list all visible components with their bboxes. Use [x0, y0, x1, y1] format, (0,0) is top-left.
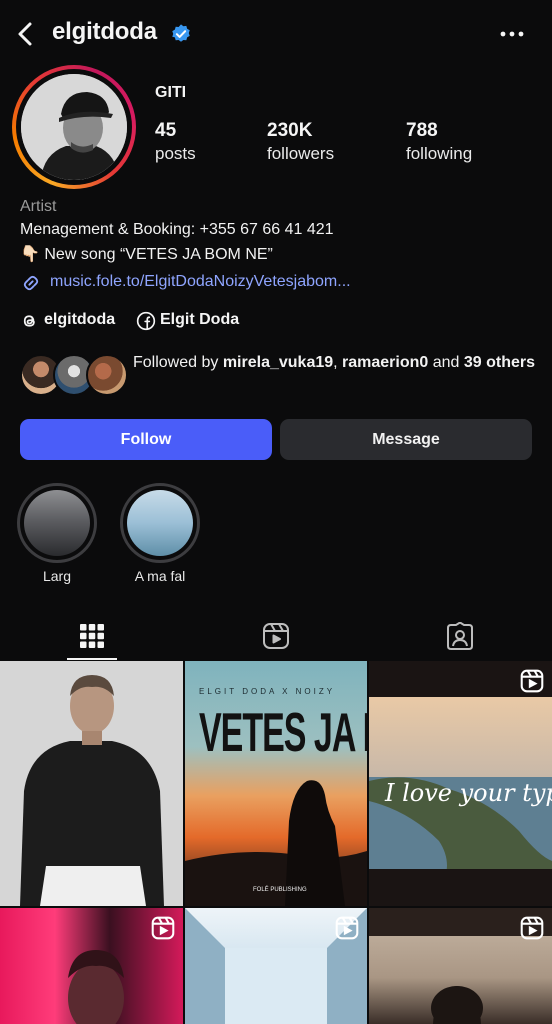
highlight-cover — [127, 490, 193, 556]
display-name: GITI — [155, 84, 187, 101]
post-overlay-text: I love your type — [385, 779, 552, 807]
profile-avatar-story-ring[interactable] — [12, 65, 136, 189]
profile-avatar — [21, 74, 127, 180]
mutual-follower-name: mirela_vuka19 — [222, 354, 334, 371]
post-thumbnail[interactable] — [0, 661, 183, 906]
grid-icon — [80, 624, 104, 648]
threads-link[interactable]: elgitdoda — [20, 310, 130, 332]
following-label: following — [406, 144, 473, 163]
reels-icon — [263, 623, 289, 649]
threads-icon — [23, 315, 35, 327]
facebook-name: Elgit Doda — [160, 311, 240, 328]
tab-grid[interactable] — [0, 612, 184, 660]
tagged-icon — [447, 622, 473, 650]
tab-reels[interactable] — [184, 612, 368, 660]
mutual-follower-name: ramaerion0 — [342, 354, 429, 371]
reels-badge-icon — [520, 916, 544, 940]
reels-badge-icon — [520, 669, 544, 693]
and-text: and — [428, 354, 464, 371]
story-highlight[interactable]: A ma fal — [120, 483, 200, 584]
post-thumbnail[interactable] — [185, 908, 367, 1024]
bio-line: 👇🏻 New song “VETES JA BOM NE” — [20, 246, 273, 263]
avatar — [86, 354, 128, 396]
others-count: 39 others — [463, 354, 536, 371]
posts-label: posts — [155, 144, 196, 163]
back-arrow-icon[interactable] — [12, 18, 40, 50]
follow-button[interactable]: Follow — [20, 419, 272, 460]
posts-count: 45 — [155, 120, 177, 141]
profile-category: Artist — [20, 198, 57, 215]
bio-link-text[interactable]: music.fole.to/ElgitDodaNoizyVetesjabom..… — [50, 273, 351, 291]
post-thumbnail[interactable] — [369, 908, 552, 1024]
posts-grid: ELGIT DODA X NOIZY VETES JA BOM NE FOLÉ … — [0, 661, 552, 1024]
post-overlay-text: FOLÉ PUBLISHING — [253, 887, 307, 893]
separator: , — [333, 354, 343, 371]
facebook-icon — [136, 311, 156, 331]
following-stat[interactable]: 788 following — [406, 120, 472, 164]
reels-badge-icon — [335, 916, 359, 940]
followed-by-text[interactable]: Followed by mirela_vuka19, ramaerion0 an… — [133, 352, 543, 374]
active-tab-indicator — [67, 658, 117, 660]
profile-username: elgitdoda — [52, 18, 157, 45]
post-thumbnail[interactable]: I love your type — [369, 661, 552, 906]
more-dots-icon[interactable] — [496, 22, 528, 46]
following-count: 788 — [406, 120, 438, 141]
highlight-label: Larg — [42, 568, 72, 584]
highlight-label: A ma fal — [134, 568, 186, 584]
followers-count: 230K — [267, 120, 313, 141]
threads-handle: elgitdoda — [44, 311, 116, 328]
highlight-cover — [24, 490, 90, 556]
posts-stat[interactable]: 45 posts — [155, 120, 196, 164]
message-button[interactable]: Message — [280, 419, 532, 460]
top-bar: elgitdoda — [0, 0, 552, 68]
post-overlay-title: VETES JA BOM NE — [199, 703, 367, 764]
verified-badge-icon — [170, 23, 192, 45]
followers-label: followers — [267, 144, 335, 163]
post-overlay-text: ELGIT DODA X NOIZY — [199, 687, 336, 696]
followed-by-prefix: Followed by — [133, 354, 223, 371]
followers-stat[interactable]: 230K followers — [267, 120, 334, 164]
profile-tabs — [0, 612, 552, 660]
story-highlight[interactable]: Larg — [17, 483, 97, 584]
link-icon — [20, 273, 42, 298]
tab-tagged[interactable] — [368, 612, 552, 660]
mutual-followers-avatars[interactable] — [20, 354, 130, 396]
facebook-link[interactable]: Elgit Doda — [136, 310, 256, 332]
reels-badge-icon — [151, 916, 175, 940]
bio-line: Menagement & Booking: +355 67 66 41 421 — [20, 221, 334, 238]
post-thumbnail[interactable]: ELGIT DODA X NOIZY VETES JA BOM NE FOLÉ … — [185, 661, 367, 906]
post-thumbnail[interactable] — [0, 908, 183, 1024]
